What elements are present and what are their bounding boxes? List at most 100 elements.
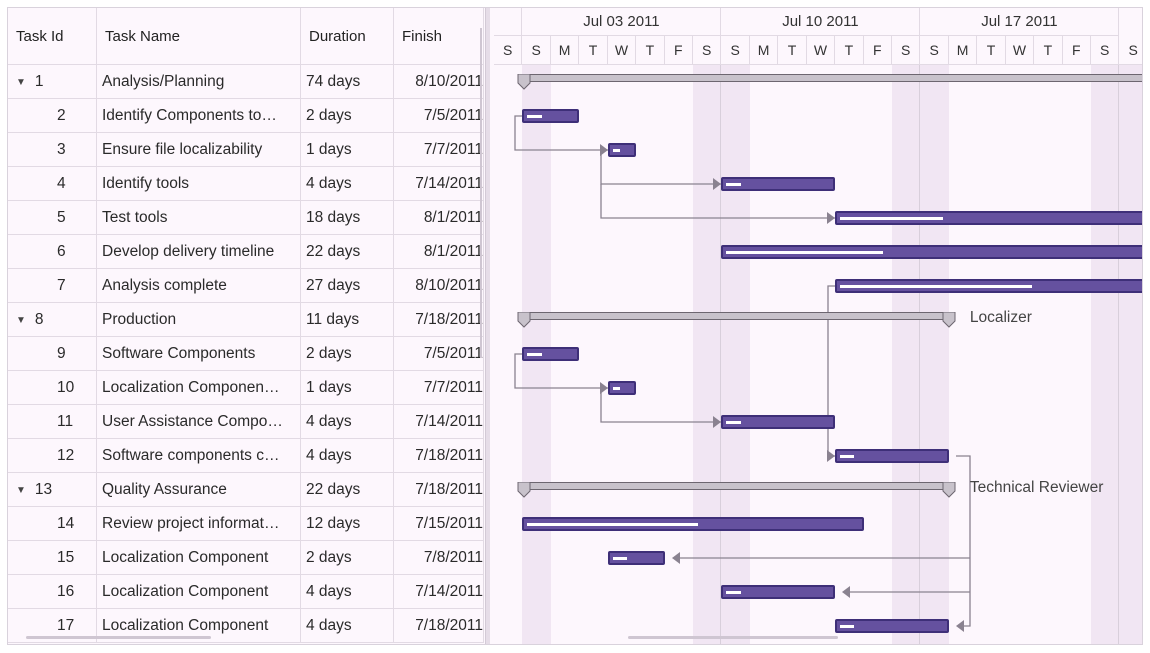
progress-indicator bbox=[726, 251, 883, 254]
gantt-timeline-area: S S M T W T F S S M T W T F S S M T W T F S S Jul 03 2011 Jul 10… bbox=[494, 8, 1142, 644]
progress-indicator bbox=[612, 149, 620, 152]
table-row[interactable]: 10 Localization Componen… 1 days 7/7/2011 bbox=[8, 371, 484, 405]
cell-duration: 27 days bbox=[301, 269, 394, 303]
task-bar[interactable] bbox=[607, 143, 637, 157]
grid-horizontal-scrollbar[interactable] bbox=[26, 636, 211, 639]
task-bar[interactable] bbox=[522, 109, 580, 123]
table-row[interactable]: 11 User Assistance Compo… 4 days 7/14/2011 bbox=[8, 405, 484, 439]
table-row[interactable]: 4 Identify tools 4 days 7/14/2011 bbox=[8, 167, 484, 201]
column-header-task-name[interactable]: Task Name bbox=[97, 8, 301, 65]
cell-task-id: 10 bbox=[8, 371, 97, 405]
cell-task-name: Software Components bbox=[97, 337, 301, 371]
summary-bar[interactable] bbox=[517, 312, 956, 328]
table-row[interactable]: 6 Develop delivery timeline 22 days 8/1/201… bbox=[8, 235, 484, 269]
collapse-arrow-icon[interactable]: ▼ bbox=[16, 485, 26, 496]
cell-finish: 7/5/2011 bbox=[394, 337, 484, 371]
table-row[interactable]: 7 Analysis complete 27 days 8/10/2011 bbox=[8, 269, 484, 303]
cell-task-name: Analysis/Planning bbox=[97, 65, 301, 99]
cell-duration: 4 days bbox=[301, 575, 394, 609]
cell-duration: 18 days bbox=[301, 201, 394, 235]
cell-task-name: Localization Componen… bbox=[97, 371, 301, 405]
task-bar[interactable] bbox=[835, 449, 949, 463]
progress-indicator bbox=[726, 183, 741, 186]
cell-task-id: 4 bbox=[8, 167, 97, 201]
cell-finish: 7/8/2011 bbox=[394, 541, 484, 575]
cell-finish: 8/1/2011 bbox=[394, 201, 484, 235]
table-row[interactable]: ▼ 13 Quality Assurance 22 days 7/18/2011 bbox=[8, 473, 484, 507]
table-row[interactable]: 5 Test tools 18 days 8/1/2011 bbox=[8, 201, 484, 235]
cell-finish: 7/14/2011 bbox=[394, 575, 484, 609]
table-row[interactable]: 9 Software Components 2 days 7/5/2011 bbox=[8, 337, 484, 371]
cell-task-name: Identify Components to… bbox=[97, 99, 301, 133]
task-bar[interactable] bbox=[522, 517, 864, 531]
task-grid: Task Id Task Name Duration Finish ▼ 1 Anal… bbox=[8, 8, 486, 644]
table-row[interactable]: 16 Localization Component 4 days 7/14/2011 bbox=[8, 575, 484, 609]
cell-task-name: User Assistance Compo… bbox=[97, 405, 301, 439]
collapse-arrow-icon[interactable]: ▼ bbox=[16, 315, 26, 326]
grid-vertical-scrollbar[interactable] bbox=[480, 28, 482, 358]
collapse-arrow-icon[interactable]: ▼ bbox=[16, 77, 26, 88]
cell-task-name: Ensure file localizability bbox=[97, 133, 301, 167]
cell-task-id: 11 bbox=[8, 405, 97, 439]
table-row[interactable]: ▼ 8 Production 11 days 7/18/2011 bbox=[8, 303, 484, 337]
summary-end-marker-icon bbox=[942, 482, 956, 498]
table-row[interactable]: ▼ 1 Analysis/Planning 74 days 8/10/2011 bbox=[8, 65, 484, 99]
table-row[interactable]: 3 Ensure file localizability 1 days 7/7/201… bbox=[8, 133, 484, 167]
cell-task-id: ▼ 8 bbox=[8, 303, 97, 337]
cell-finish: 8/1/2011 bbox=[394, 235, 484, 269]
resource-label: Localizer bbox=[969, 309, 1032, 326]
progress-indicator bbox=[840, 285, 1033, 288]
task-bar[interactable] bbox=[835, 211, 1142, 225]
table-row[interactable]: 12 Software components c… 4 days 7/18/2011 bbox=[8, 439, 484, 473]
cell-task-name: Analysis complete bbox=[97, 269, 301, 303]
column-header-finish[interactable]: Finish bbox=[394, 8, 484, 65]
progress-indicator bbox=[527, 115, 542, 118]
connector-arrow-icon bbox=[713, 178, 721, 190]
table-row[interactable]: 15 Localization Component 2 days 7/8/2011 bbox=[8, 541, 484, 575]
cell-duration: 4 days bbox=[301, 439, 394, 473]
connector-arrow-icon bbox=[600, 144, 608, 156]
connector-line bbox=[956, 455, 971, 627]
task-bar[interactable] bbox=[835, 279, 1142, 293]
task-bar[interactable] bbox=[607, 551, 665, 565]
cell-finish: 8/10/2011 bbox=[394, 269, 484, 303]
task-bar[interactable] bbox=[721, 585, 836, 599]
cell-task-id: 5 bbox=[8, 201, 97, 235]
task-bar[interactable] bbox=[721, 177, 836, 191]
summary-bar[interactable] bbox=[517, 482, 956, 498]
column-header-task-id[interactable]: Task Id bbox=[8, 8, 97, 65]
gantt-horizontal-scrollbar[interactable] bbox=[628, 636, 838, 639]
task-bar[interactable] bbox=[607, 381, 637, 395]
connector-arrow-icon bbox=[600, 382, 608, 394]
connector-arrow-icon bbox=[827, 450, 835, 462]
cell-task-name: Localization Component bbox=[97, 575, 301, 609]
cell-duration: 12 days bbox=[301, 507, 394, 541]
task-bar[interactable] bbox=[721, 245, 1142, 259]
cell-task-id: 6 bbox=[8, 235, 97, 269]
cell-task-name: Test tools bbox=[97, 201, 301, 235]
cell-task-id: 12 bbox=[8, 439, 97, 473]
cell-finish: 7/18/2011 bbox=[394, 609, 484, 643]
column-header-duration[interactable]: Duration bbox=[301, 8, 394, 65]
connector-arrow-icon bbox=[827, 212, 835, 224]
connector-arrow-icon bbox=[842, 586, 850, 598]
summary-bar[interactable] bbox=[517, 74, 1142, 90]
cell-task-id: 3 bbox=[8, 133, 97, 167]
cell-duration: 74 days bbox=[301, 65, 394, 99]
table-row[interactable]: 2 Identify Components to… 2 days 7/5/2011 bbox=[8, 99, 484, 133]
task-bar[interactable] bbox=[835, 619, 949, 633]
cell-task-id: 7 bbox=[8, 269, 97, 303]
task-bar[interactable] bbox=[721, 415, 836, 429]
cell-duration: 1 days bbox=[301, 133, 394, 167]
cell-duration: 22 days bbox=[301, 235, 394, 269]
table-row[interactable]: 14 Review project informat… 12 days 7/15/20… bbox=[8, 507, 484, 541]
cell-finish: 7/5/2011 bbox=[394, 99, 484, 133]
progress-indicator bbox=[726, 421, 741, 424]
splitter[interactable] bbox=[485, 8, 490, 644]
cell-task-id: 9 bbox=[8, 337, 97, 371]
progress-indicator bbox=[612, 557, 627, 560]
cell-duration: 22 days bbox=[301, 473, 394, 507]
task-bar[interactable] bbox=[522, 347, 580, 361]
progress-indicator bbox=[840, 217, 943, 220]
gantt-chart-component: Task Id Task Name Duration Finish ▼ 1 Anal… bbox=[7, 7, 1143, 645]
